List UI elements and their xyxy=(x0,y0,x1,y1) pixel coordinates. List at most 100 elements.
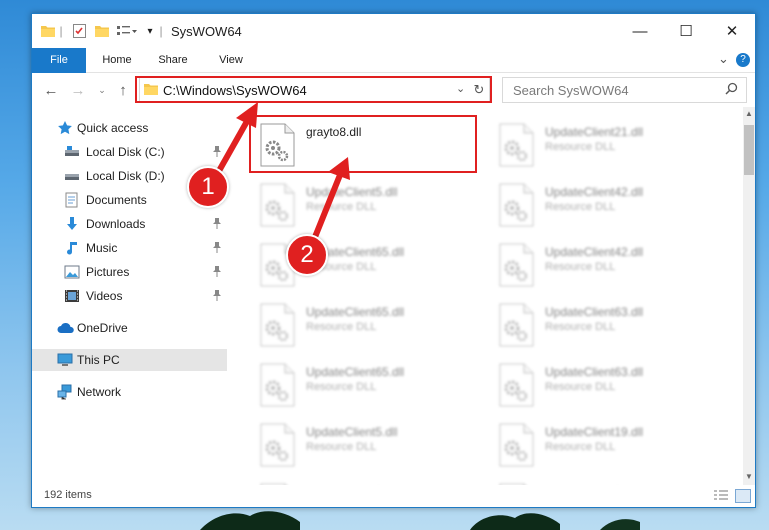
sidebar-item-label: Music xyxy=(86,241,118,255)
file-name: UpdateClient5.dll xyxy=(306,185,398,199)
file-type: Resource DLL xyxy=(545,441,616,453)
file-item[interactable]: UpdateClient63.dll Resource DLL xyxy=(490,357,720,411)
sidebar-item-this-pc[interactable]: This PC xyxy=(32,349,227,371)
file-item[interactable]: UpdateClient65.dll Resource DLL xyxy=(251,297,481,351)
dll-file-icon xyxy=(496,243,536,287)
file-item[interactable]: UpdateClient19.dll Resource DLL xyxy=(490,417,720,471)
sidebar-item-onedrive[interactable]: OneDrive xyxy=(32,317,227,339)
properties-icon[interactable] xyxy=(71,22,87,40)
file-item[interactable]: UpdateClient65.dll Resource DLL xyxy=(251,357,481,411)
file-item[interactable]: UpdateClient42.dll Resource DLL xyxy=(490,177,720,231)
dll-file-icon xyxy=(257,423,297,467)
sidebar-item-downloads[interactable]: Downloads xyxy=(32,213,227,235)
sidebar-item-quick-access[interactable]: Quick access xyxy=(32,117,227,139)
sidebar-item-label: Local Disk (D:) xyxy=(86,169,165,183)
customize-toolbar-icon[interactable] xyxy=(116,22,138,40)
ribbon-tabs: File Home Share View ⌄ ? xyxy=(32,48,755,102)
file-item[interactable]: UpdateClient5.dll Resource DLL xyxy=(251,177,481,231)
details-view-icon[interactable] xyxy=(714,490,728,505)
up-arrow-icon[interactable]: ↑ xyxy=(114,81,132,99)
dll-file-icon xyxy=(257,183,297,227)
file-type: Resource DLL xyxy=(545,381,616,393)
pin-icon[interactable] xyxy=(212,145,222,157)
dll-file-icon xyxy=(496,363,536,407)
sidebar-item-local-disk-c[interactable]: Local Disk (C:) xyxy=(32,141,227,163)
address-bar-highlight xyxy=(135,76,492,103)
tab-view[interactable]: View xyxy=(208,48,254,72)
new-folder-icon[interactable] xyxy=(94,22,110,40)
minimize-button[interactable]: — xyxy=(617,14,663,48)
sidebar-item-music[interactable]: Music xyxy=(32,237,227,259)
file-name: UpdateClient63.dll xyxy=(545,305,644,319)
star-icon xyxy=(57,120,73,136)
file-name: UpdateClient21.dll xyxy=(545,125,644,139)
scroll-down-icon[interactable]: ▼ xyxy=(745,472,753,481)
file-item[interactable]: UpdateClient5.dllResource DLL xyxy=(490,477,720,485)
desktop: { "window": { "title": "SysWOW64", "cont… xyxy=(0,0,769,530)
pin-icon[interactable] xyxy=(212,241,222,253)
file-item[interactable]: UpdateClient5.dllResource DLL xyxy=(251,417,481,471)
expand-ribbon-icon[interactable]: ⌄ xyxy=(718,51,729,67)
file-type: Resource DLL xyxy=(545,141,616,153)
file-item[interactable]: UpdateClient65.dll Resource DLL xyxy=(251,237,481,291)
item-count: 192 items xyxy=(44,489,92,501)
back-arrow-icon[interactable]: ← xyxy=(42,81,60,99)
sidebar-item-pictures[interactable]: Pictures xyxy=(32,261,227,283)
sidebar-item-label: This PC xyxy=(77,353,120,367)
cloud-icon xyxy=(57,320,74,336)
window-title: SysWOW64 xyxy=(171,24,242,39)
vertical-scrollbar[interactable]: ▲ ▼ xyxy=(743,107,755,485)
file-type: Resource DLL xyxy=(306,201,377,213)
file-name: UpdateClient5.dll xyxy=(306,425,398,439)
video-icon xyxy=(64,288,80,304)
separator: | xyxy=(59,24,63,38)
sidebar-item-label: Pictures xyxy=(86,265,130,279)
dll-file-icon xyxy=(496,183,536,227)
pin-icon[interactable] xyxy=(212,265,222,277)
file-item[interactable]: UpdateClient21.dll Resource DLL xyxy=(490,117,720,171)
pin-icon[interactable] xyxy=(212,289,222,301)
scroll-up-icon[interactable]: ▲ xyxy=(745,109,753,118)
file-highlight xyxy=(249,115,477,173)
search-input[interactable]: Search SysWOW64 xyxy=(502,77,747,103)
file-item[interactable]: UpdateClient5.dllResource DLL xyxy=(251,477,481,485)
sidebar-item-label: Documents xyxy=(86,193,147,207)
separator: | xyxy=(159,24,163,38)
dll-file-icon xyxy=(257,303,297,347)
search-icon[interactable] xyxy=(725,82,738,98)
folder-icon xyxy=(40,22,56,40)
drive-icon xyxy=(64,144,80,160)
pictures-icon xyxy=(64,264,80,280)
tab-home[interactable]: Home xyxy=(94,48,140,72)
recent-locations-dropdown-icon[interactable]: ⌄ xyxy=(93,81,111,99)
title-bar: | ▾ | SysWOW64 — ☐ ✕ xyxy=(32,14,755,48)
tiles-view-icon[interactable] xyxy=(735,489,751,503)
tab-share[interactable]: Share xyxy=(150,48,196,72)
file-type: Resource DLL xyxy=(306,321,377,333)
sidebar-item-videos[interactable]: Videos xyxy=(32,285,227,307)
quick-access-dropdown-icon[interactable]: ▾ xyxy=(144,22,156,40)
file-item[interactable]: UpdateClient42.dll Resource DLL xyxy=(490,237,720,291)
music-note-icon xyxy=(64,240,80,256)
network-icon xyxy=(57,384,73,400)
computer-icon xyxy=(57,352,73,368)
file-type: Resource DLL xyxy=(545,321,616,333)
file-item[interactable]: UpdateClient63.dll Resource DLL xyxy=(490,297,720,351)
help-icon[interactable]: ? xyxy=(736,53,750,67)
sidebar-item-label: OneDrive xyxy=(77,321,128,335)
download-arrow-icon xyxy=(64,216,80,232)
sidebar-item-network[interactable]: Network xyxy=(32,381,227,403)
close-button[interactable]: ✕ xyxy=(709,14,755,48)
file-name: UpdateClient63.dll xyxy=(545,365,644,379)
sidebar-item-label: Local Disk (C:) xyxy=(86,145,165,159)
sidebar-item-label: Quick access xyxy=(77,121,149,135)
pin-icon[interactable] xyxy=(212,217,222,229)
file-name: UpdateClient19.dll xyxy=(545,425,644,439)
step-2-badge: 2 xyxy=(286,234,328,276)
forward-arrow-icon[interactable]: → xyxy=(69,81,87,99)
navigation-pane: Quick access Local Disk (C:) Local Disk … xyxy=(32,107,227,485)
sidebar-item-label: Network xyxy=(77,385,122,399)
scrollbar-thumb[interactable] xyxy=(744,125,754,175)
file-name: UpdateClient65.dll xyxy=(306,305,405,319)
maximize-button[interactable]: ☐ xyxy=(663,14,709,48)
